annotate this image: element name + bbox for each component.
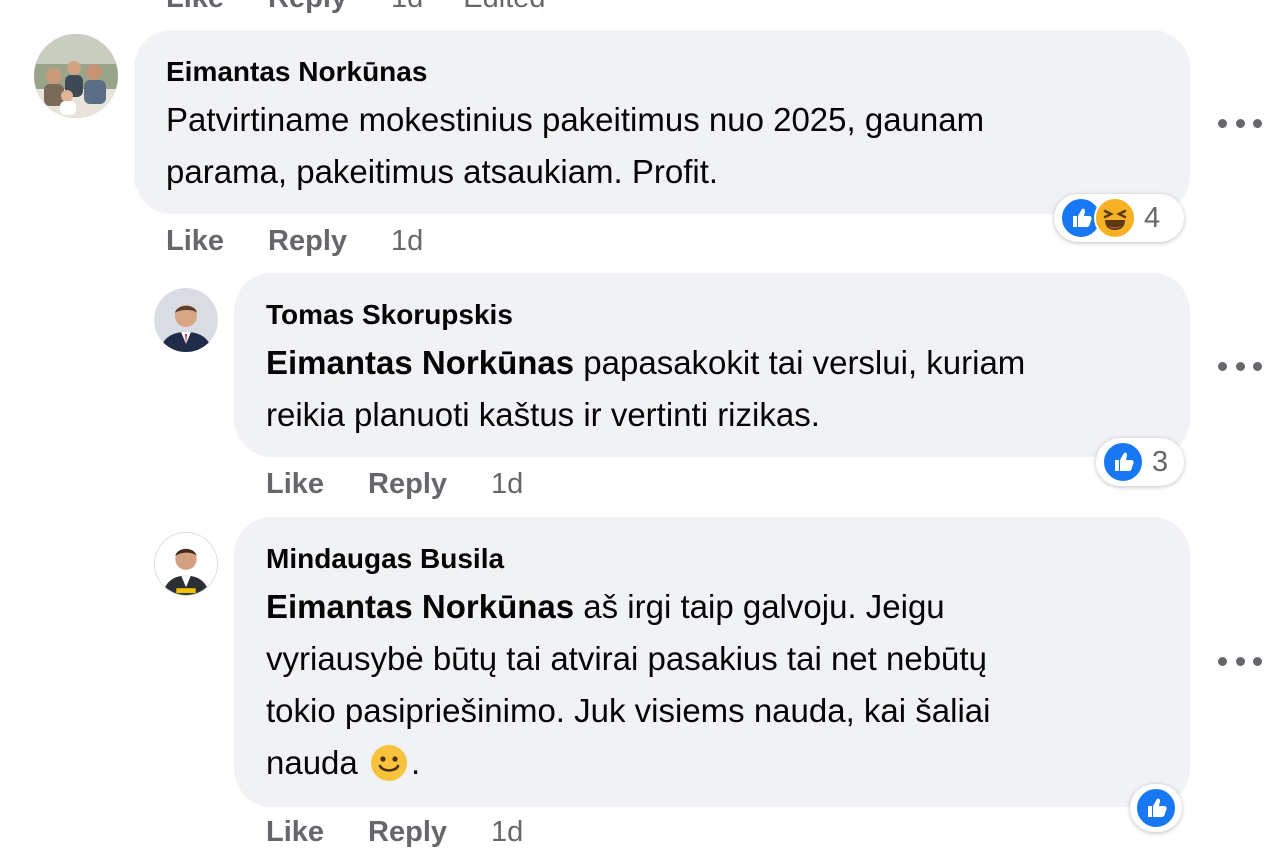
comment-actions: Like Reply 1d <box>266 812 523 852</box>
comment-text-span: papasakokit tai verslui, kuriam <box>574 344 1026 381</box>
comment-text-line: vyriausybė būtų tai atvirai pasakius tai… <box>266 640 987 677</box>
person-avatar-icon <box>154 288 218 352</box>
comment-time[interactable]: 1d <box>391 0 423 15</box>
more-options-button[interactable] <box>1218 651 1262 671</box>
comment-author[interactable]: Mindaugas Busila <box>266 543 504 575</box>
reply-button[interactable]: Reply <box>368 816 447 849</box>
comment-bubble: Mindaugas Busila Eimantas Norkūnas aš ir… <box>234 517 1190 807</box>
avatar[interactable] <box>154 288 218 352</box>
person-avatar-icon <box>155 533 217 595</box>
reply-button[interactable]: Reply <box>268 225 347 258</box>
comment-text-line: Eimantas Norkūnas papasakokit tai verslu… <box>266 337 1025 389</box>
comment-actions: Like Reply 1d <box>166 221 423 261</box>
comment-text-line: tokio pasipriešinimo. Juk visiems nauda,… <box>266 692 991 729</box>
comment-text-span: aš irgi taip galvoju. Jeigu <box>574 588 945 625</box>
reactions-summary[interactable]: 3 <box>1096 438 1184 486</box>
reply-button[interactable]: Reply <box>268 0 347 15</box>
avatar[interactable] <box>34 34 118 118</box>
reactions-summary[interactable] <box>1130 784 1182 832</box>
comment-text-span: . <box>410 744 421 781</box>
like-button[interactable]: Like <box>166 0 224 15</box>
reactions-summary[interactable]: 4 <box>1054 194 1184 242</box>
comment-time[interactable]: 1d <box>391 225 423 258</box>
comment-text-line: parama, pakeitimus atsaukiam. Profit. <box>166 153 719 190</box>
like-button[interactable]: Like <box>266 468 324 501</box>
comment-text-line: reikia planuoti kaštus ir vertinti rizik… <box>266 396 820 433</box>
avatar[interactable] <box>154 532 218 596</box>
top-comment-actions: Like Reply 1d Edited <box>166 0 546 18</box>
like-reaction-icon <box>1102 441 1144 483</box>
comment-text: Eimantas Norkūnas papasakokit tai verslu… <box>266 337 1025 441</box>
comment-author[interactable]: Eimantas Norkūnas <box>166 56 427 88</box>
reply-button[interactable]: Reply <box>368 468 447 501</box>
edited-label: Edited <box>463 0 545 15</box>
comment-time[interactable]: 1d <box>491 816 523 849</box>
comment-text-line: Patvirtiname mokestinius pakeitimus nuo … <box>166 101 985 138</box>
smiley-emoji-icon <box>370 745 407 781</box>
comment-text-line: nauda . <box>266 737 991 789</box>
like-reaction-icon <box>1135 787 1177 829</box>
comment-bubble: Eimantas Norkūnas Patvirtiname mokestini… <box>134 30 1190 214</box>
comment-time[interactable]: 1d <box>491 468 523 501</box>
like-button[interactable]: Like <box>166 225 224 258</box>
mention-link[interactable]: Eimantas Norkūnas <box>266 344 574 381</box>
comment-bubble: Tomas Skorupskis Eimantas Norkūnas papas… <box>234 273 1190 457</box>
more-options-button[interactable] <box>1218 356 1262 376</box>
like-button[interactable]: Like <box>266 816 324 849</box>
reaction-count: 4 <box>1144 201 1161 234</box>
comment-text: Patvirtiname mokestinius pakeitimus nuo … <box>166 94 984 198</box>
comment-text-line: Eimantas Norkūnas aš irgi taip galvoju. … <box>266 581 991 633</box>
comment-actions: Like Reply 1d <box>266 464 523 504</box>
haha-reaction-icon <box>1094 197 1136 239</box>
group-photo-avatar-icon <box>34 34 118 118</box>
more-options-button[interactable] <box>1218 113 1262 133</box>
comment-text: Eimantas Norkūnas aš irgi taip galvoju. … <box>266 581 991 789</box>
mention-link[interactable]: Eimantas Norkūnas <box>266 588 574 625</box>
comment-text-span: nauda <box>266 744 367 781</box>
reaction-count: 3 <box>1152 445 1169 478</box>
comment-author[interactable]: Tomas Skorupskis <box>266 299 513 331</box>
